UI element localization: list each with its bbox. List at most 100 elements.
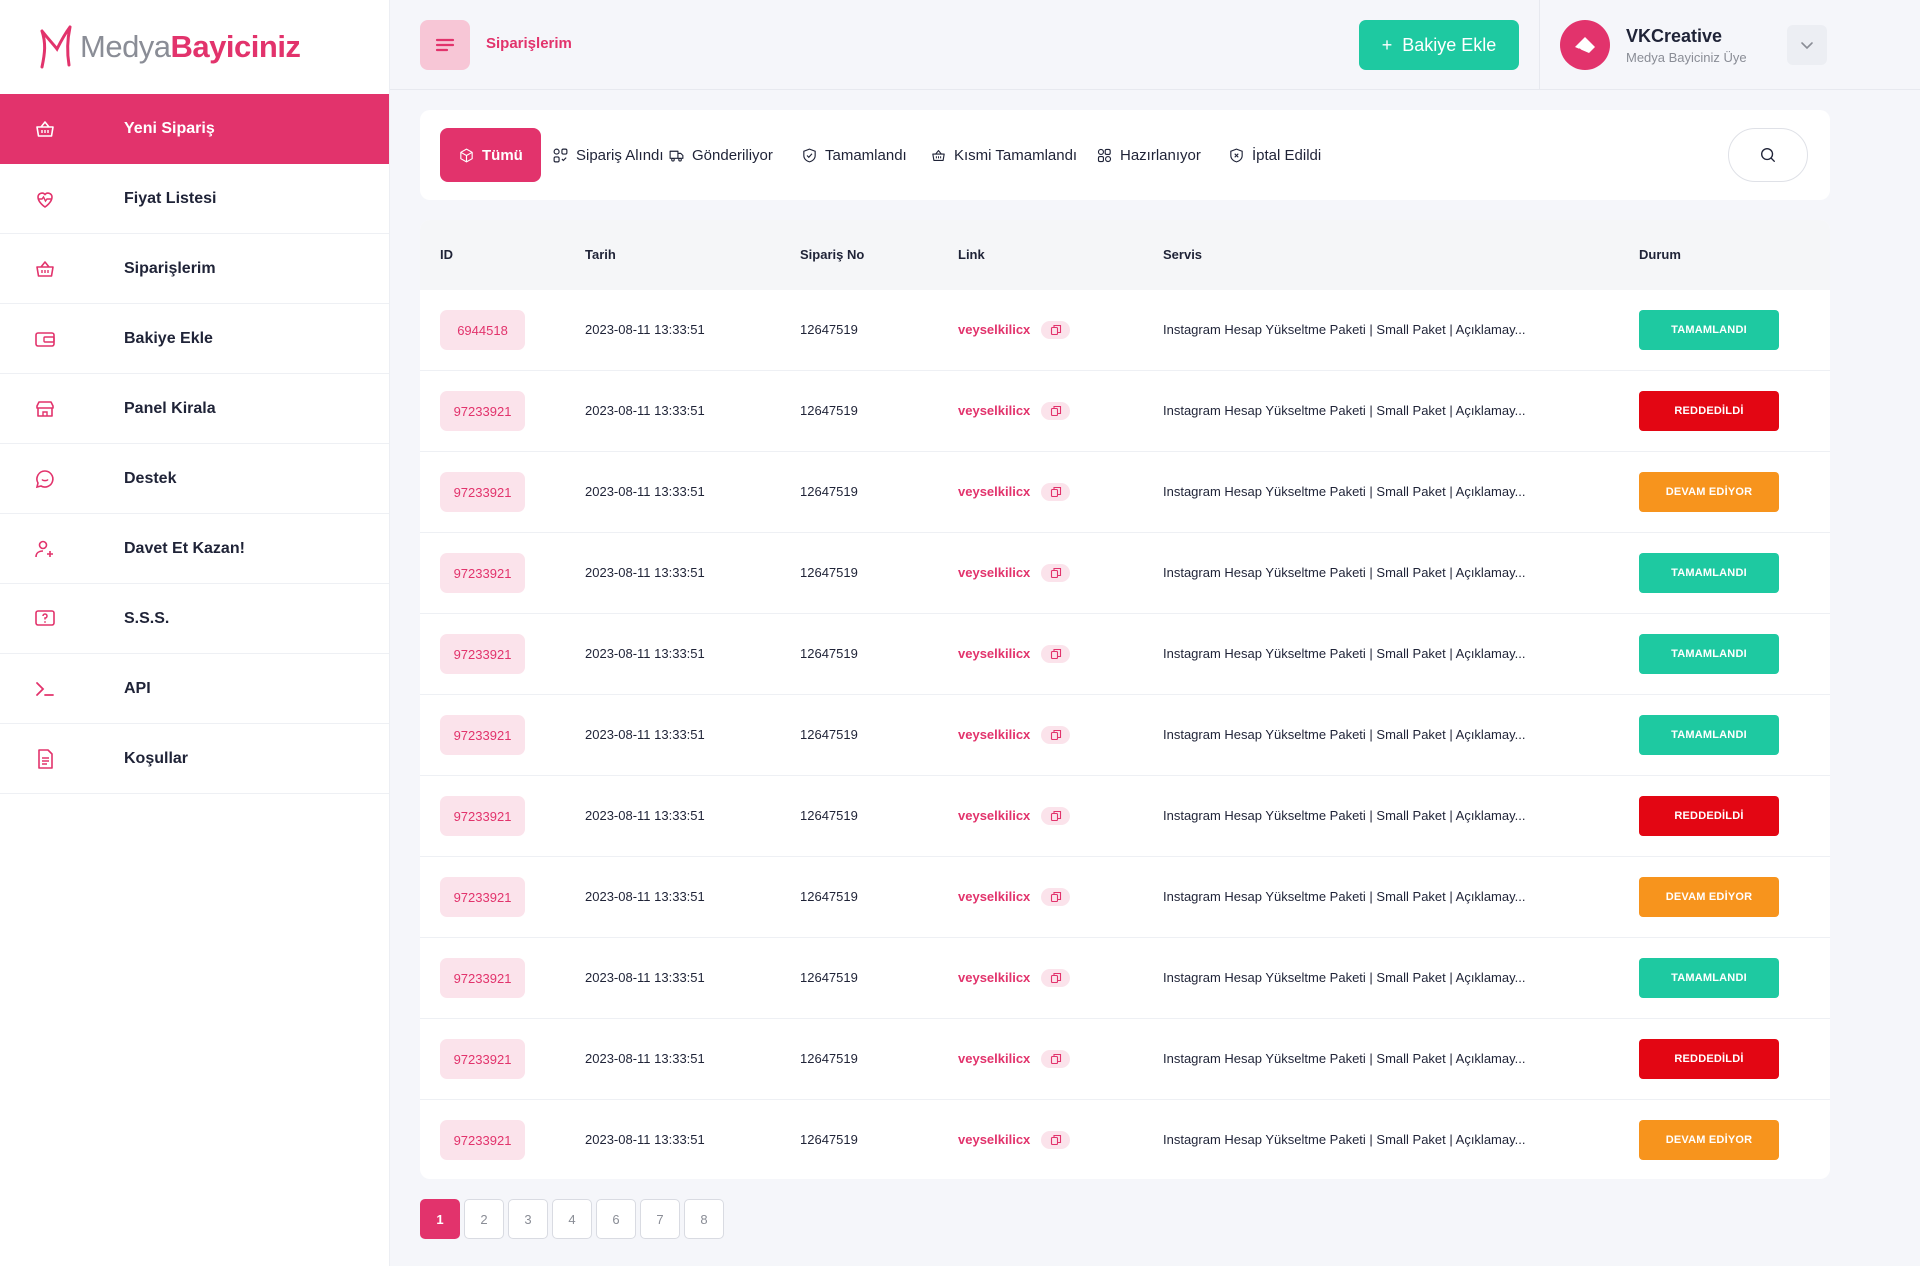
order-link[interactable]: veyselkilicx xyxy=(958,484,1030,499)
order-id[interactable]: 97233921 xyxy=(440,715,525,755)
brand-logo[interactable]: MedyaBayiciniz xyxy=(0,0,389,94)
filter-tab[interactable]: Hazırlanıyor xyxy=(1096,128,1201,182)
order-id[interactable]: 97233921 xyxy=(440,1039,525,1079)
order-number: 12647519 xyxy=(800,889,858,904)
header-divider xyxy=(1539,0,1540,90)
filter-tab[interactable]: İptal Edildi xyxy=(1228,128,1321,182)
copy-link-button[interactable] xyxy=(1041,402,1070,420)
order-link[interactable]: veyselkilicx xyxy=(958,727,1030,742)
sidebar-nav: Yeni Sipariş Fiyat Listesi Siparişlerim Bak… xyxy=(0,94,389,794)
page-button[interactable]: 7 xyxy=(640,1199,680,1239)
order-service: Instagram Hesap Yükseltme Paketi | Small… xyxy=(1163,484,1526,499)
table-row: 6944518 2023-08-11 13:33:51 12647519 veysel… xyxy=(420,290,1830,371)
sidebar-item[interactable]: Yeni Sipariş xyxy=(0,94,389,164)
breadcrumb[interactable]: Siparişlerim xyxy=(486,35,572,52)
order-date: 2023-08-11 13:33:51 xyxy=(585,646,705,661)
filter-tab[interactable]: Sipariş Alındı xyxy=(552,128,664,182)
copy-icon xyxy=(1050,810,1061,822)
page-button[interactable]: 2 xyxy=(464,1199,504,1239)
wallet-icon xyxy=(35,331,55,347)
copy-icon xyxy=(1050,486,1061,498)
sidebar-item-label: Yeni Sipariş xyxy=(124,119,215,137)
order-id[interactable]: 97233921 xyxy=(440,553,525,593)
user-profile[interactable]: VKCreative Medya Bayiciniz Üye xyxy=(1560,20,1747,70)
filter-tab-label: Tümü xyxy=(482,146,523,164)
order-number: 12647519 xyxy=(800,1132,858,1147)
status-badge: TAMAMLANDI xyxy=(1639,634,1779,674)
menu-toggle-button[interactable] xyxy=(420,20,470,70)
sidebar-item-icon xyxy=(0,117,124,141)
sidebar-item[interactable]: Koşullar xyxy=(0,724,389,794)
page-button[interactable]: 3 xyxy=(508,1199,548,1239)
brand-name-bold: Bayiciniz xyxy=(170,29,301,64)
sidebar-item[interactable]: Bakiye Ekle xyxy=(0,304,389,374)
sidebar-item[interactable]: Destek xyxy=(0,444,389,514)
page-button[interactable]: 8 xyxy=(684,1199,724,1239)
table-row: 97233921 2023-08-11 13:33:51 12647519 veyse… xyxy=(420,614,1830,695)
filter-tab[interactable]: Tümü xyxy=(440,128,541,182)
order-link[interactable]: veyselkilicx xyxy=(958,1132,1030,1147)
sidebar-item-icon xyxy=(0,397,124,421)
page-button[interactable]: 1 xyxy=(420,1199,460,1239)
add-balance-button[interactable]: + Bakiye Ekle xyxy=(1359,20,1519,70)
basket-icon xyxy=(36,120,54,137)
copy-link-button[interactable] xyxy=(1041,645,1070,663)
order-link[interactable]: veyselkilicx xyxy=(958,970,1030,985)
basket-icon xyxy=(932,149,945,161)
order-id[interactable]: 6944518 xyxy=(440,310,525,350)
page-button[interactable]: 4 xyxy=(552,1199,592,1239)
filter-tab[interactable]: Kısmi Tamamlandı xyxy=(930,128,1077,182)
sidebar-item-icon xyxy=(0,747,124,771)
avatar xyxy=(1560,20,1610,70)
preparing-icon xyxy=(1097,148,1112,162)
status-badge: TAMAMLANDI xyxy=(1639,715,1779,755)
user-info: VKCreative Medya Bayiciniz Üye xyxy=(1626,26,1747,65)
copy-link-button[interactable] xyxy=(1041,726,1070,744)
column-header: Link xyxy=(958,247,985,262)
order-number: 12647519 xyxy=(800,484,858,499)
copy-link-button[interactable] xyxy=(1041,888,1070,906)
copy-link-button[interactable] xyxy=(1041,969,1070,987)
copy-link-button[interactable] xyxy=(1041,807,1070,825)
copy-link-button[interactable] xyxy=(1041,1131,1070,1149)
sidebar-item[interactable]: S.S.S. xyxy=(0,584,389,654)
page-button[interactable]: 6 xyxy=(596,1199,636,1239)
filter-tab[interactable]: Tamamlandı xyxy=(801,128,907,182)
user-logo-icon xyxy=(1575,36,1596,54)
order-number: 12647519 xyxy=(800,403,858,418)
order-link[interactable]: veyselkilicx xyxy=(958,403,1030,418)
copy-link-button[interactable] xyxy=(1041,321,1070,339)
order-link[interactable]: veyselkilicx xyxy=(958,1051,1030,1066)
copy-link-button[interactable] xyxy=(1041,483,1070,501)
order-link[interactable]: veyselkilicx xyxy=(958,322,1030,337)
copy-link-button[interactable] xyxy=(1041,564,1070,582)
search-button[interactable] xyxy=(1728,128,1808,182)
order-link[interactable]: veyselkilicx xyxy=(958,646,1030,661)
table-row: 97233921 2023-08-11 13:33:51 12647519 veyse… xyxy=(420,938,1830,1019)
order-id[interactable]: 97233921 xyxy=(440,877,525,917)
sidebar-item-icon xyxy=(0,257,124,281)
sidebar-item[interactable]: API xyxy=(0,654,389,724)
order-service: Instagram Hesap Yükseltme Paketi | Small… xyxy=(1163,889,1526,904)
order-id[interactable]: 97233921 xyxy=(440,1120,525,1160)
filter-tab[interactable]: Gönderiliyor xyxy=(668,128,773,182)
order-id[interactable]: 97233921 xyxy=(440,391,525,431)
sidebar-item[interactable]: Fiyat Listesi xyxy=(0,164,389,234)
order-id[interactable]: 97233921 xyxy=(440,472,525,512)
copy-icon xyxy=(1050,648,1061,660)
sidebar-item-label: Fiyat Listesi xyxy=(124,189,217,207)
order-link[interactable]: veyselkilicx xyxy=(958,565,1030,580)
copy-link-button[interactable] xyxy=(1041,1050,1070,1068)
order-link[interactable]: veyselkilicx xyxy=(958,808,1030,823)
status-badge: TAMAMLANDI xyxy=(1639,310,1779,350)
order-number: 12647519 xyxy=(800,727,858,742)
terminal-icon xyxy=(36,681,54,696)
sidebar-item[interactable]: Panel Kirala xyxy=(0,374,389,444)
sidebar-item[interactable]: Davet Et Kazan! xyxy=(0,514,389,584)
order-id[interactable]: 97233921 xyxy=(440,796,525,836)
order-link[interactable]: veyselkilicx xyxy=(958,889,1030,904)
user-menu-toggle[interactable] xyxy=(1787,25,1827,65)
order-id[interactable]: 97233921 xyxy=(440,958,525,998)
order-id[interactable]: 97233921 xyxy=(440,634,525,674)
sidebar-item[interactable]: Siparişlerim xyxy=(0,234,389,304)
